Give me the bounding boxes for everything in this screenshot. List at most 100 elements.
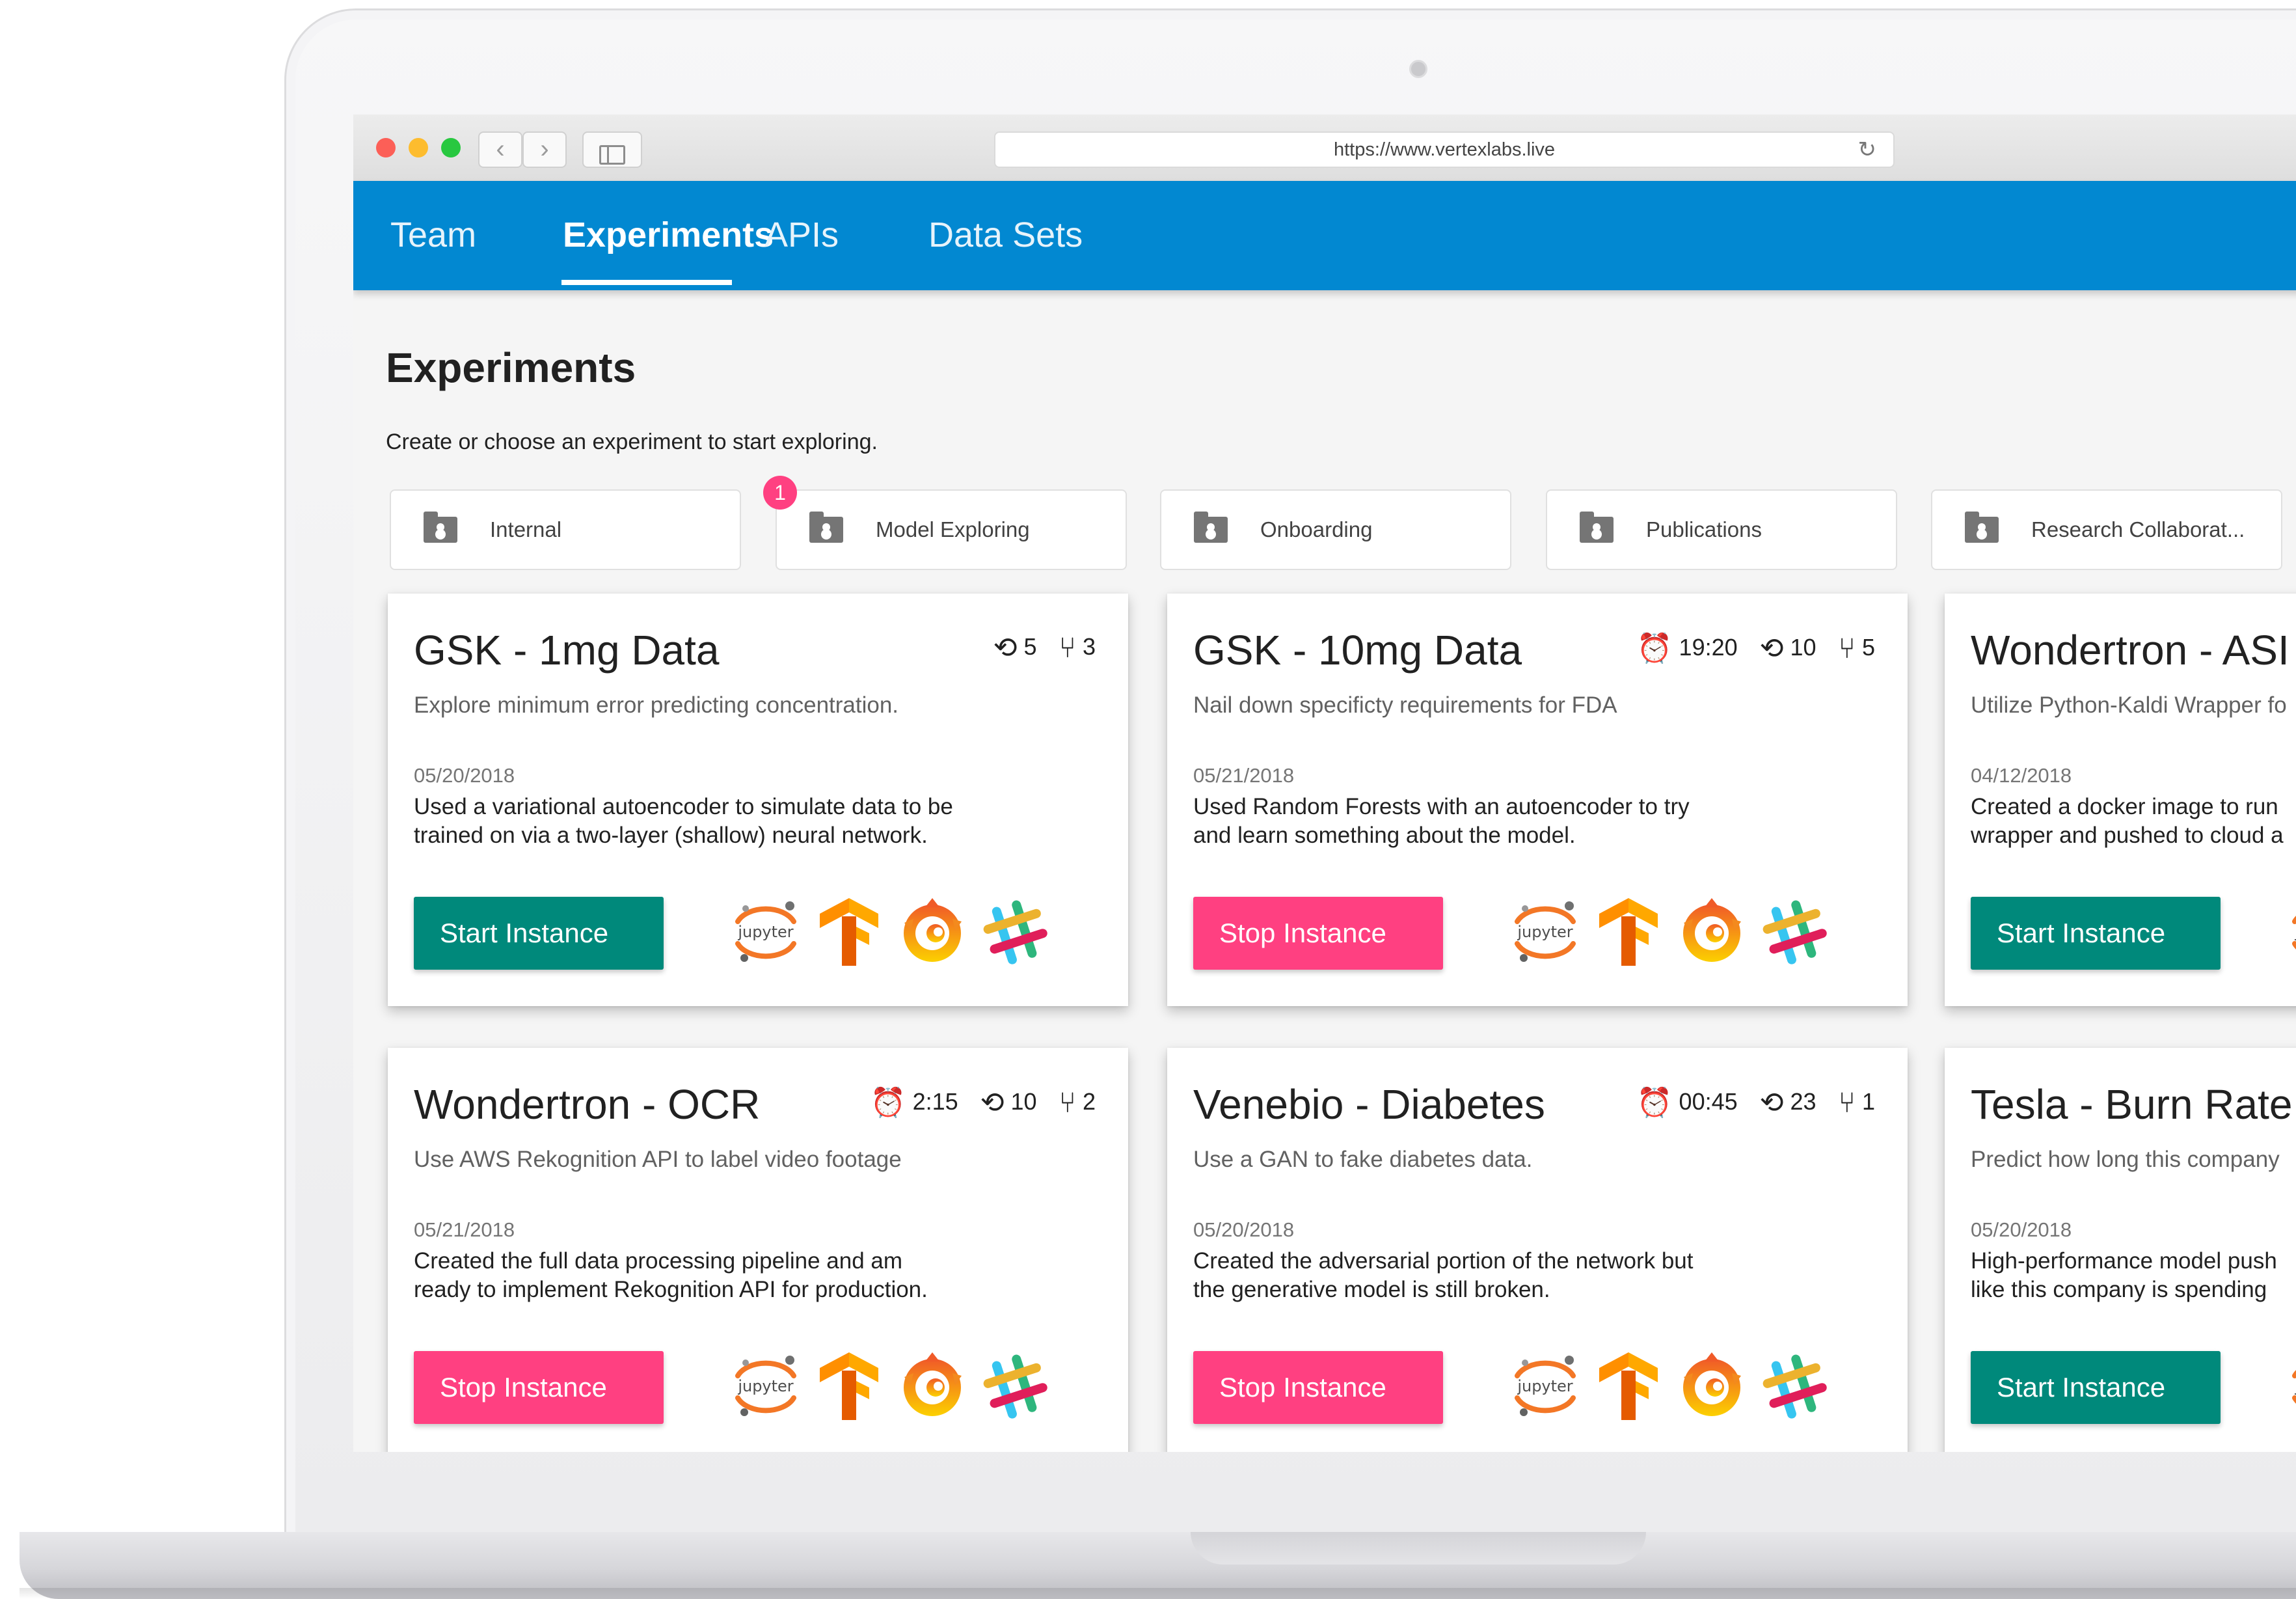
reload-icon[interactable]: ↻ — [1858, 133, 1877, 167]
tab-experiments[interactable]: Experiments — [563, 215, 774, 255]
folder-label: Publications — [1646, 517, 1762, 541]
card-note-line: Used Random Forests with an autoencoder … — [1193, 794, 1690, 819]
card-title: Wondertron - OCR — [414, 1081, 761, 1128]
tensorflow-icon — [813, 1347, 885, 1425]
runs-stat: ⟲ 10 — [980, 1086, 1037, 1119]
screen: ‹ › https://www.vertexlabs.live ↻ Team E… — [353, 115, 2296, 1452]
forward-button[interactable]: › — [522, 131, 567, 168]
timer-stat: ⏰ 19:20 — [1637, 631, 1738, 665]
card-description: Nail down specificty requirements for FD… — [1193, 692, 1617, 718]
laptop-shadow — [20, 1588, 2296, 1599]
chevron-left-icon: ‹ — [496, 135, 505, 163]
folder-model-exploring[interactable]: Model Exploring — [776, 489, 1127, 570]
slack-icon — [980, 893, 1051, 971]
history-icon: ⟲ — [1759, 1087, 1784, 1119]
branches-count: 5 — [1861, 634, 1875, 661]
card-note-line: the generative model is still broken. — [1193, 1277, 1550, 1302]
runs-count: 10 — [1010, 1088, 1037, 1115]
card-description: Explore minimum error predicting concent… — [414, 692, 899, 718]
card-stats: ⟲ 5 ⑂ 3 — [971, 631, 1096, 664]
experiment-card[interactable]: GSK - 1mg Data ⟲ 5 ⑂ 3 Explore minimum error … — [388, 594, 1128, 1006]
experiment-card[interactable]: Wondertron - OCR ⏰ 2:15 ⟲ 10 ⑂ 2 Use AWS Rekogn… — [388, 1048, 1128, 1452]
timer-stat: ⏰ 2:15 — [871, 1086, 958, 1119]
jupyter-icon: jupyter — [730, 893, 802, 971]
experiment-card[interactable]: GSK - 10mg Data ⏰ 19:20 ⟲ 10 ⑂ 5 Nail down spec… — [1167, 594, 1908, 1006]
jupyter-icon: jupyter — [2287, 893, 2296, 971]
git-branch-icon: ⑂ — [1838, 633, 1856, 664]
card-description: Use AWS Rekognition API to label video f… — [414, 1147, 902, 1172]
timer-value: 19:20 — [1679, 634, 1738, 661]
svg-text:jupyter: jupyter — [737, 1377, 793, 1395]
experiment-card[interactable]: Venebio - Diabetes ⏰ 00:45 ⟲ 23 ⑂ 1 Use a GAN t… — [1167, 1048, 1908, 1452]
branches-count: 2 — [1082, 1088, 1096, 1115]
tool-icons: jupyter — [2287, 893, 2296, 971]
stop-instance-button[interactable]: Stop Instance — [414, 1351, 664, 1424]
git-branch-icon: ⑂ — [1059, 1087, 1076, 1119]
slack-icon — [1759, 1347, 1831, 1425]
grafana-icon — [1676, 1347, 1748, 1425]
folder-publications[interactable]: Publications — [1546, 489, 1897, 570]
tab-team[interactable]: Team — [390, 215, 476, 255]
sidebar-toggle-button[interactable] — [582, 131, 642, 168]
card-note: Created the adversarial portion of the n… — [1193, 1247, 1831, 1304]
folder-label: Research Collaborat... — [2031, 517, 2245, 541]
address-bar[interactable]: https://www.vertexlabs.live ↻ — [994, 131, 1895, 168]
card-note-line: ready to implement Rekognition API for p… — [414, 1277, 928, 1302]
folder-onboarding[interactable]: Onboarding — [1160, 489, 1511, 570]
folder-shared-icon — [1965, 512, 1999, 543]
card-note: Used a variational autoencoder to simula… — [414, 793, 1051, 850]
maximize-window-button[interactable] — [441, 138, 461, 157]
card-date: 05/21/2018 — [1193, 764, 1295, 787]
card-note-line: Used a variational autoencoder to simula… — [414, 794, 953, 819]
folder-shared-icon — [1194, 512, 1228, 543]
alarm-clock-icon: ⏰ — [870, 1087, 906, 1119]
start-instance-button[interactable]: Start Instance — [414, 897, 664, 970]
minimize-window-button[interactable] — [409, 138, 428, 157]
jupyter-icon: jupyter — [2287, 1347, 2296, 1425]
experiment-card[interactable]: Tesla - Burn Rate Predict how long this c… — [1945, 1048, 2296, 1452]
folder-label: Internal — [490, 517, 562, 541]
folder-internal[interactable]: Internal — [390, 489, 741, 570]
card-date: 05/20/2018 — [1971, 1218, 2072, 1241]
svg-text:jupyter: jupyter — [1517, 1377, 1573, 1395]
sidebar-icon — [599, 145, 625, 165]
folder-research-collaborat[interactable]: Research Collaborat... — [1931, 489, 2282, 570]
history-icon: ⟲ — [993, 632, 1018, 664]
card-description: Utilize Python-Kaldi Wrapper fo — [1971, 692, 2287, 718]
card-note-line: and learn something about the model. — [1193, 823, 1576, 848]
svg-text:jupyter: jupyter — [1517, 923, 1573, 941]
card-note: Created the full data processing pipelin… — [414, 1247, 1051, 1304]
start-instance-button[interactable]: Start Instance — [1971, 1351, 2221, 1424]
timer-stat: ⏰ 00:45 — [1637, 1086, 1738, 1119]
card-date: 05/20/2018 — [1193, 1218, 1295, 1241]
jupyter-icon: jupyter — [1509, 1347, 1581, 1425]
jupyter-icon: jupyter — [1509, 893, 1581, 971]
tab-apis[interactable]: APIs — [764, 215, 839, 255]
branches-stat: ⑂ 3 — [1059, 632, 1096, 664]
card-note-line: trained on via a two-layer (shallow) neu… — [414, 823, 928, 848]
tool-icons: jupyter — [730, 893, 1068, 971]
stop-instance-button[interactable]: Stop Instance — [1193, 897, 1443, 970]
card-title: GSK - 1mg Data — [414, 627, 720, 674]
branches-stat: ⑂ 1 — [1839, 1087, 1875, 1119]
tab-data-sets[interactable]: Data Sets — [928, 215, 1083, 255]
svg-text:jupyter: jupyter — [737, 923, 793, 941]
chevron-right-icon: › — [540, 135, 549, 163]
grafana-icon — [1676, 893, 1748, 971]
tensorflow-icon — [813, 893, 885, 971]
grafana-icon — [897, 1347, 968, 1425]
runs-stat: ⟲ 10 — [1760, 632, 1817, 665]
card-description: Use a GAN to fake diabetes data. — [1193, 1147, 1533, 1172]
stop-instance-button[interactable]: Stop Instance — [1193, 1351, 1443, 1424]
experiment-card[interactable]: Wondertron - ASI Utilize Python-Kaldi Wra… — [1945, 594, 2296, 1006]
active-tab-indicator — [561, 280, 732, 285]
browser-toolbar: ‹ › https://www.vertexlabs.live ↻ — [353, 115, 2296, 182]
close-window-button[interactable] — [376, 138, 396, 157]
timer-value: 2:15 — [912, 1088, 958, 1115]
start-instance-button[interactable]: Start Instance — [1971, 897, 2221, 970]
app-nav-bar: Team Experiments APIs Data Sets — [353, 181, 2296, 290]
card-note-line: Created the adversarial portion of the n… — [1193, 1248, 1694, 1274]
back-button[interactable]: ‹ — [478, 131, 522, 168]
tool-icons: jupyter — [1509, 1347, 1848, 1425]
card-title: Venebio - Diabetes — [1193, 1081, 1545, 1128]
